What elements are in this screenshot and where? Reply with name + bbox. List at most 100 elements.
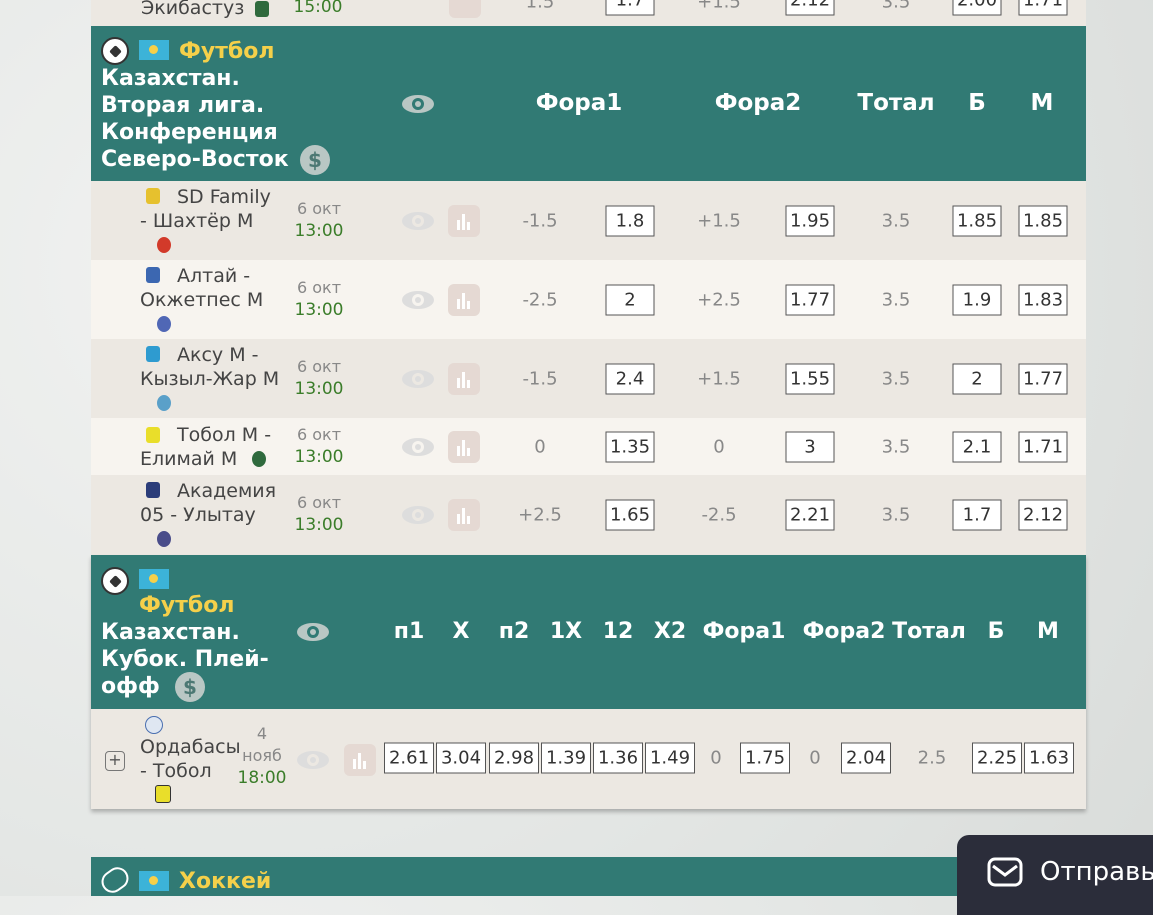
- odd-fora2-button[interactable]: 3: [785, 431, 835, 462]
- match-teams[interactable]: Академия 05 - Улытау: [140, 479, 276, 527]
- odd-fora1-button[interactable]: 1.35: [605, 431, 655, 462]
- value-h1: 0: [710, 747, 722, 769]
- odd-fora1-button[interactable]: 1.8: [605, 205, 655, 236]
- odd-x12-button[interactable]: 1.36: [593, 742, 643, 774]
- stats-icon[interactable]: [449, 0, 481, 18]
- odd-fora2-button[interactable]: 1.95: [785, 205, 835, 236]
- odd-x-button[interactable]: 3.04: [436, 742, 486, 774]
- match-teams[interactable]: Аксу М - Кызыл-Жар М: [140, 343, 279, 391]
- odd-over-button[interactable]: 1.7: [952, 499, 1002, 531]
- league-title: Футбол Казахстан. Вторая лига. Конференц…: [101, 39, 289, 172]
- odd-button[interactable]: 1.71: [1018, 0, 1068, 16]
- match-row[interactable]: SD Family - Шахтёр М 6 окт 13:00 -1.5 1.8…: [91, 181, 1086, 261]
- odd-fora2-button[interactable]: 1.55: [785, 363, 835, 394]
- column-header: Б: [987, 619, 1005, 644]
- dollar-icon[interactable]: $: [175, 672, 205, 702]
- eye-icon[interactable]: [296, 622, 330, 642]
- match-teams[interactable]: Тобол М - Елимай М: [140, 423, 271, 471]
- odd-fora2-button[interactable]: 1.77: [785, 284, 835, 315]
- match-teams[interactable]: SD Family - Шахтёр М: [140, 185, 271, 233]
- match-row[interactable]: Академия 05 - Улытау 6 окт 13:00 +2.5 1.6…: [91, 475, 1086, 556]
- dollar-icon[interactable]: $: [300, 145, 330, 175]
- match-row[interactable]: + Ордабасы - Тобол 4 нояб 18:00 2.61 3.04…: [91, 709, 1086, 809]
- odd-over-button[interactable]: 2: [952, 363, 1002, 394]
- total-line: 3.5: [881, 436, 911, 457]
- odd-k1-button[interactable]: 1.75: [740, 742, 790, 774]
- value-total: 2.5: [917, 747, 947, 769]
- league-section-2: Футбол Казахстан. Кубок. Плей- офф $ п1 Х…: [91, 555, 1086, 809]
- match-row[interactable]: Тобол М - Елимай М 6 окт 13:00 0 1.35 0 3…: [91, 418, 1086, 476]
- eye-icon[interactable]: [401, 94, 435, 114]
- odd-fora1-button[interactable]: 1.65: [605, 499, 655, 531]
- odd-k2-button[interactable]: 2.04: [841, 742, 891, 774]
- odd-under-button[interactable]: 2.12: [1018, 499, 1068, 531]
- eye-icon[interactable]: [401, 290, 435, 310]
- league-header: Хоккей: [91, 857, 1086, 898]
- team-logo-icon: [255, 1, 269, 17]
- odd-p1-button[interactable]: 2.61: [384, 742, 434, 774]
- handicap-1: 0: [534, 436, 546, 457]
- total-line: 3.5: [881, 368, 911, 389]
- match-teams[interactable]: Алтай - Окжетпес М: [140, 264, 263, 312]
- stats-icon[interactable]: [448, 499, 480, 531]
- eye-icon[interactable]: [401, 437, 435, 457]
- odd-button[interactable]: 1.7: [605, 0, 655, 16]
- expand-icon[interactable]: +: [105, 751, 125, 771]
- odd-x2-button[interactable]: 1.49: [645, 742, 695, 774]
- feedback-button[interactable]: Отправь: [957, 835, 1153, 915]
- odd-fora1-button[interactable]: 2: [605, 284, 655, 315]
- league-header: Футбол Казахстан. Кубок. Плей- офф $ п1 Х…: [91, 555, 1086, 709]
- eye-icon[interactable]: [401, 505, 435, 525]
- sport-label: Хоккей: [179, 869, 272, 894]
- stats-icon[interactable]: [448, 283, 480, 316]
- handicap-2: +1.5: [697, 210, 741, 231]
- odd-under-button[interactable]: 1.77: [1018, 363, 1068, 394]
- column-header: 12: [602, 619, 634, 644]
- odd-under-button[interactable]: 1.83: [1018, 284, 1068, 315]
- stats-icon[interactable]: [448, 204, 480, 237]
- odd-over-button[interactable]: 2.25: [972, 742, 1022, 774]
- odd-over-button[interactable]: 1.9: [952, 284, 1002, 315]
- stats-icon[interactable]: [344, 744, 376, 776]
- odd-x1-button[interactable]: 1.39: [541, 742, 591, 774]
- column-header: М: [1037, 619, 1059, 644]
- odd-over-button[interactable]: 1.85: [952, 205, 1002, 236]
- match-teams[interactable]: Ордабасы - Тобол: [140, 735, 241, 783]
- eye-icon[interactable]: [401, 211, 435, 231]
- odd-button[interactable]: 2.12: [785, 0, 835, 16]
- column-header: п1: [393, 619, 425, 644]
- column-header: Фора2: [714, 90, 802, 116]
- team-logo-icon: [157, 237, 171, 253]
- team-logo-icon: [145, 716, 163, 734]
- eye-icon[interactable]: [296, 750, 330, 770]
- column-header: Фора1: [535, 90, 623, 116]
- match-date: 6 окт 13:00: [294, 424, 344, 467]
- sport-label: Футбол: [179, 39, 275, 64]
- column-header: 1Х: [549, 619, 583, 644]
- column-header: Фора1: [702, 619, 786, 644]
- column-header: Х: [452, 619, 470, 644]
- odd-under-button[interactable]: 1.63: [1024, 742, 1074, 774]
- odd-over-button[interactable]: 2.1: [952, 431, 1002, 462]
- match-date: 6 окт 13:00: [294, 198, 344, 241]
- odd-fora1-button[interactable]: 2.4: [605, 363, 655, 394]
- eye-icon[interactable]: [401, 369, 435, 389]
- odd-under-button[interactable]: 1.85: [1018, 205, 1068, 236]
- match-date: 4 нояб 18:00: [237, 724, 287, 788]
- match-row[interactable]: Аксу М - Кызыл-Жар М 6 окт 13:00 -1.5 2.4…: [91, 339, 1086, 419]
- stats-icon[interactable]: [448, 430, 480, 463]
- stats-icon[interactable]: [448, 362, 480, 395]
- column-header: Б: [968, 90, 986, 116]
- odd-button[interactable]: 2.00: [952, 0, 1002, 16]
- team-logo-icon: [157, 316, 171, 332]
- odd-under-button[interactable]: 1.71: [1018, 431, 1068, 462]
- odd-fora2-button[interactable]: 2.21: [785, 499, 835, 531]
- match-date: 6 окт 13:00: [294, 277, 344, 320]
- team-logo-icon: [157, 395, 171, 411]
- column-header: Тотал: [857, 90, 935, 116]
- match-time: 15:00: [293, 0, 343, 17]
- match-row[interactable]: Алтай - Окжетпес М 6 окт 13:00 -2.5 2 +2.…: [91, 260, 1086, 340]
- match-date: 6 окт 13:00: [294, 356, 344, 399]
- odd-p2-button[interactable]: 2.98: [489, 742, 539, 774]
- total-line: 3.5: [881, 289, 911, 310]
